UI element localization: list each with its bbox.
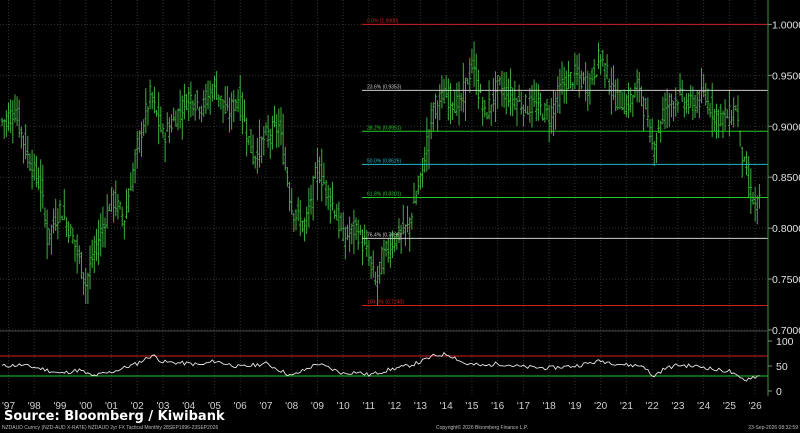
x-tick-label: '21 <box>620 401 633 412</box>
x-tick-label: '19 <box>568 401 581 412</box>
source-label: Source: Bloomberg / Kiwibank <box>4 409 225 424</box>
y-tick-label: 0.8500 <box>772 172 800 184</box>
x-tick-label: '09 <box>311 401 324 412</box>
x-tick-label: '08 <box>285 401 298 412</box>
fib-label: 23.6% (0.9353) <box>367 84 402 90</box>
x-tick-label: '12 <box>388 401 401 412</box>
x-tick-label: '22 <box>646 401 659 412</box>
fib-label: 100.0% (0.7240) <box>367 300 404 306</box>
x-tick-label: '13 <box>414 401 427 412</box>
x-tick-label: '25 <box>723 401 736 412</box>
chart-svg: 0.0% (1.0000) 23.6% (0.9353) 38.2% (0.8951… <box>0 0 800 433</box>
x-tick-label: '06 <box>234 401 247 412</box>
y-tick-label: 0.9500 <box>772 70 800 82</box>
rsi-tick-label: 100 <box>776 336 794 348</box>
rsi-tick-label: 0 <box>776 386 782 398</box>
fib-label: 76.4% (0.7899) <box>367 232 402 238</box>
y-tick-label: 1.0000 <box>772 19 800 31</box>
fib-label: 0.0% (1.0000) <box>367 18 399 24</box>
y-tick-label: 0.7500 <box>772 274 800 286</box>
x-tick-label: '20 <box>594 401 607 412</box>
fib-label: 38.2% (0.8951) <box>367 125 402 131</box>
footer-description: NZDAUD Curncy (NZD-AUD X-RATE) NZDAUD 2y… <box>2 425 219 431</box>
x-tick-label: '14 <box>440 401 453 412</box>
x-tick-label: '24 <box>697 401 710 412</box>
x-tick-label: '10 <box>337 401 350 412</box>
x-tick-label: '07 <box>259 401 272 412</box>
x-tick-label: '18 <box>543 401 556 412</box>
fib-label: 61.8% (0.8301) <box>367 191 402 197</box>
x-tick-label: '16 <box>491 401 504 412</box>
y-tick-label: 0.8000 <box>772 223 800 235</box>
x-tick-label: '11 <box>363 401 376 412</box>
y-tick-label: 0.9000 <box>772 121 800 133</box>
footer-timestamp: 23-Sep-2026 08:32:59 <box>748 425 798 431</box>
rsi-tick-label: 50 <box>776 361 788 373</box>
x-tick-label: '15 <box>465 401 478 412</box>
x-tick-label: '17 <box>517 401 530 412</box>
fib-label: 50.0% (0.8626) <box>367 158 402 164</box>
footer-copyright: Copyright© 2026 Bloomberg Finance L.P. <box>436 425 528 431</box>
x-tick-label: '23 <box>671 401 684 412</box>
x-tick-label: '26 <box>749 401 762 412</box>
